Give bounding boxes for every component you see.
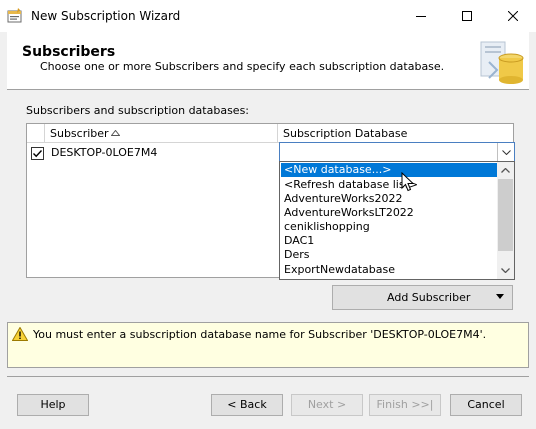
validation-message-box: You must enter a subscription database n… [7,322,529,368]
maximize-icon [462,11,472,21]
cancel-button[interactable]: Cancel [450,394,522,416]
database-wizard-logo [480,41,524,84]
dropdown-scrollbar[interactable] [497,162,514,279]
window-frame [0,32,7,429]
page-title: Subscribers [22,44,116,60]
grid-label: Subscribers and subscription databases: [26,104,250,117]
combo-dropdown-button[interactable] [497,143,514,161]
column-header-subscriber[interactable]: Subscriber [45,124,278,143]
sort-ascending-icon [111,130,120,136]
validation-message: You must enter a subscription database n… [33,328,487,341]
subscriber-checkbox[interactable] [31,147,44,160]
wizard-app-icon [7,8,22,23]
scroll-down-button[interactable] [497,262,514,279]
page-subtitle: Choose one or more Subscribers and speci… [40,60,445,73]
dropdown-option[interactable]: <Refresh database list> [281,178,497,192]
dropdown-option[interactable]: Ders [281,248,497,262]
next-button[interactable]: Next > [291,394,363,416]
add-subscriber-button[interactable]: Add Subscriber [332,285,513,310]
dropdown-option[interactable]: AdventureWorks2022 [281,192,497,206]
column-header-select[interactable] [27,124,45,143]
mouse-cursor-icon [401,172,415,192]
close-button[interactable] [490,0,536,32]
help-button[interactable]: Help [17,394,89,416]
scroll-thumb[interactable] [498,179,513,251]
minimize-button[interactable] [398,0,444,32]
column-header-database[interactable]: Subscription Database [278,124,513,143]
dropdown-option[interactable]: ceniklishopping [281,220,497,234]
database-dropdown-list[interactable]: <New database...> <Refresh database list… [279,161,515,280]
maximize-button[interactable] [444,0,490,32]
divider [7,376,529,377]
dropdown-option[interactable]: AdventureWorksLT2022 [281,206,497,220]
dropdown-option[interactable]: DAC1 [281,234,497,248]
checkmark-icon [33,150,43,158]
subscriber-name: DESKTOP-0LOE7M4 [51,146,158,159]
close-icon [508,11,518,21]
add-subscriber-label: Add Subscriber [387,291,471,304]
chevron-down-icon [501,149,511,155]
column-header-subscriber-label: Subscriber [50,127,109,140]
minimize-icon [416,16,426,17]
subscription-database-combo[interactable] [279,142,515,162]
warning-icon [12,327,28,341]
dropdown-option[interactable]: ExportNewdatabase [281,263,497,277]
wizard-header: Subscribers Choose one or more Subscribe… [7,32,529,90]
title-bar: New Subscription Wizard [0,0,536,32]
back-button[interactable]: < Back [211,394,283,416]
dropdown-option[interactable]: <New database...> [281,163,497,177]
chevron-down-icon [501,268,510,273]
scroll-up-button[interactable] [497,162,514,179]
window-title: New Subscription Wizard [31,9,181,23]
finish-button[interactable]: Finish >>| [369,394,441,416]
dropdown-triangle-icon [496,294,504,299]
column-header-database-label: Subscription Database [283,127,408,140]
chevron-up-icon [501,168,510,173]
